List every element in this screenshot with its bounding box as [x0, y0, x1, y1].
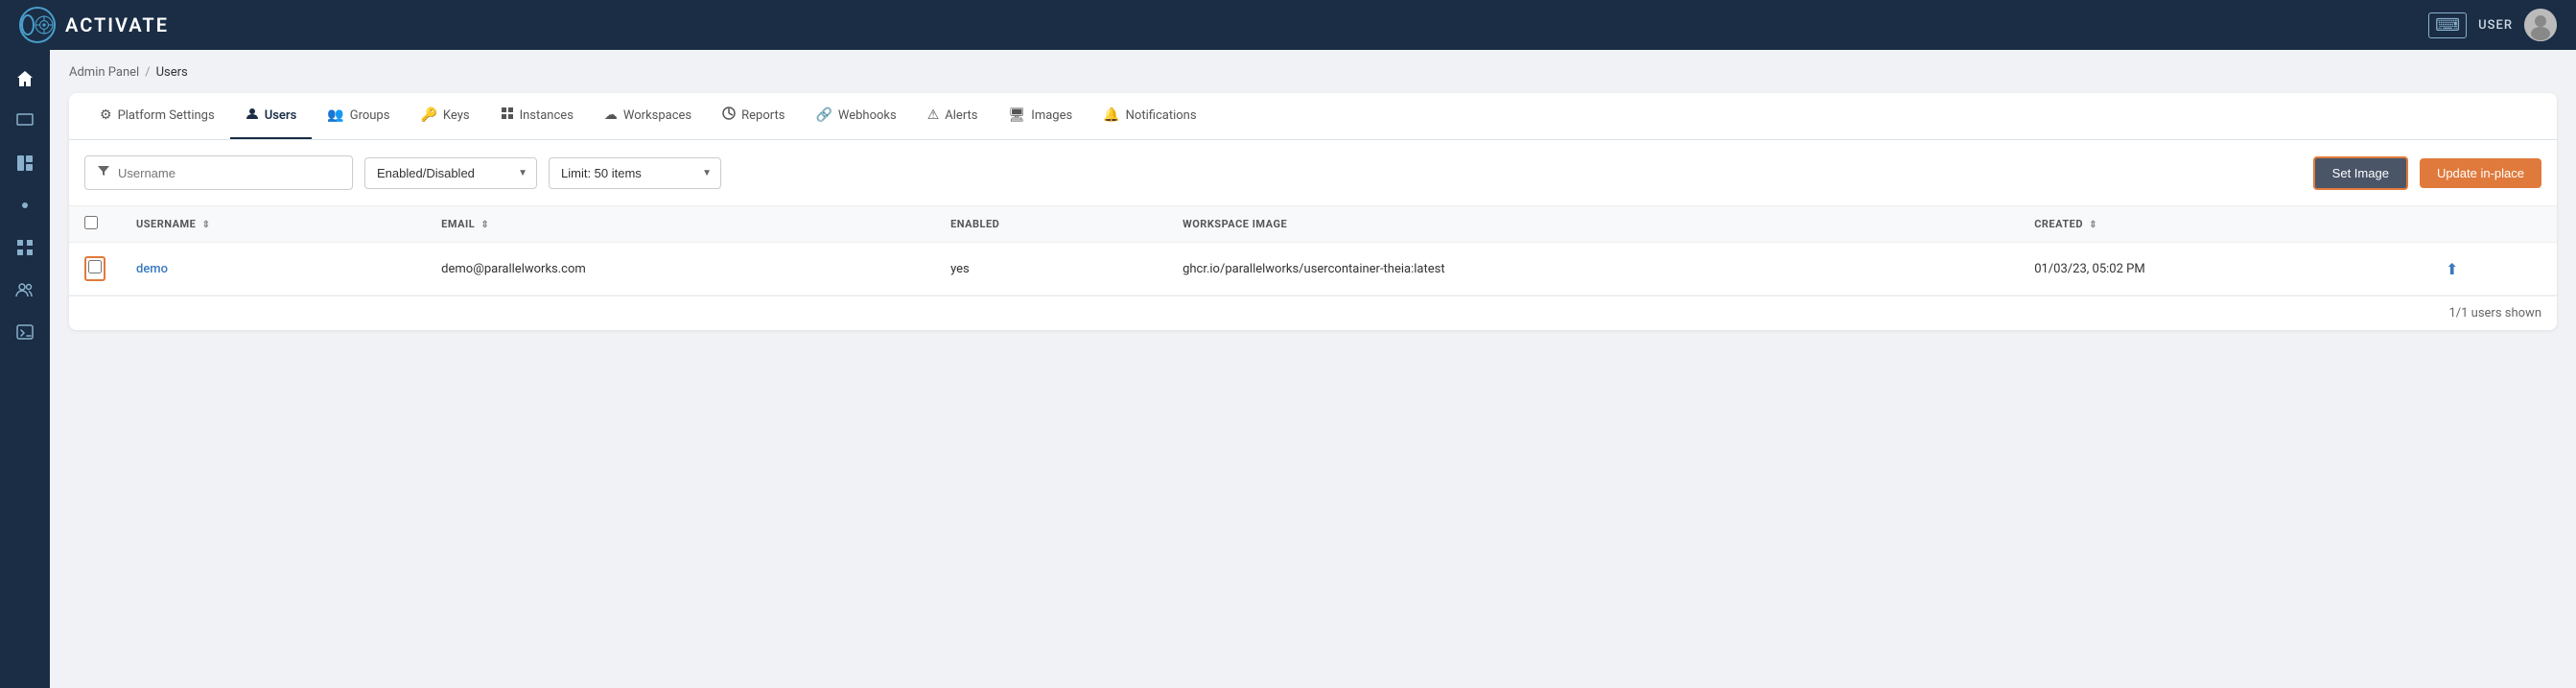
sidebar-item-layout[interactable] [8, 146, 42, 180]
user-link[interactable]: demo [136, 262, 168, 276]
limit-dropdown[interactable]: Limit: 50 items Limit: 25 items Limit: 1… [549, 157, 721, 189]
tab-alerts-label: Alerts [945, 108, 977, 123]
sidebar-item-dot[interactable] [8, 188, 42, 223]
tab-workspaces[interactable]: ☁ Workspaces [589, 93, 707, 139]
row-action-cell: ⬆ [2430, 243, 2557, 296]
workspace-image-col-header: WORKSPACE IMAGE [1167, 206, 2019, 243]
tab-notifications-label: Notifications [1126, 108, 1197, 123]
keys-tab-icon: 🔑 [420, 107, 436, 123]
tab-images[interactable]: 🖥 Images [994, 93, 1089, 139]
webhooks-tab-icon: 🔗 [815, 107, 831, 123]
users-count: 1/1 users shown [2448, 306, 2541, 320]
logo-icon [19, 7, 56, 43]
notifications-tab-icon: 🔔 [1103, 107, 1119, 123]
user-label: USER [2478, 18, 2513, 33]
sidebar-item-home[interactable] [8, 61, 42, 96]
actions-col-header [2430, 206, 2557, 243]
sidebar-item-grid[interactable] [8, 230, 42, 265]
tab-platform-settings[interactable]: ⚙ Platform Settings [84, 93, 230, 139]
enabled-disabled-select: Enabled/Disabled Enabled Disabled ▼ [364, 157, 537, 189]
tab-groups-label: Groups [350, 108, 390, 123]
sidebar-item-monitor[interactable] [8, 104, 42, 138]
tab-keys-label: Keys [443, 108, 470, 123]
row-created-cell: 01/03/23, 05:02 PM [2019, 243, 2430, 296]
terminal-nav-icon[interactable]: ⌨ [2428, 12, 2467, 38]
sidebar-item-users[interactable] [8, 273, 42, 307]
table-header: USERNAME ⇕ EMAIL ⇕ ENABLED WORKSPACE IMA… [69, 206, 2557, 243]
app-title: ACTIVATE [65, 13, 169, 36]
row-enabled-cell: yes [935, 243, 1167, 296]
row-workspace-image-cell: ghcr.io/parallelworks/usercontainer-thei… [1167, 243, 2019, 296]
users-tab-icon [246, 107, 259, 124]
groups-tab-icon: 👥 [327, 107, 343, 123]
row-checkbox-wrapper [84, 256, 105, 281]
reports-tab-icon [722, 107, 736, 124]
images-tab-icon: 🖥 [1009, 107, 1026, 123]
alerts-tab-icon: ⚠ [927, 107, 940, 123]
tab-workspaces-label: Workspaces [623, 108, 691, 123]
tab-platform-settings-label: Platform Settings [118, 108, 215, 123]
search-input[interactable] [118, 166, 340, 180]
table-body: demo demo@parallelworks.com yes ghcr.io/… [69, 243, 2557, 296]
admin-card: ⚙ Platform Settings Users 👥 Groups 🔑 Key… [69, 93, 2557, 330]
row-checkbox[interactable] [88, 260, 102, 273]
top-nav: ACTIVATE ⌨ USER [0, 0, 2576, 50]
workspaces-tab-icon: ☁ [604, 107, 618, 123]
tab-groups[interactable]: 👥 Groups [312, 93, 405, 139]
avatar-svg [2524, 9, 2557, 41]
avatar[interactable] [2524, 9, 2557, 41]
username-sort-icon[interactable]: ⇕ [202, 220, 211, 230]
enabled-disabled-dropdown[interactable]: Enabled/Disabled Enabled Disabled [364, 157, 537, 189]
tab-keys[interactable]: 🔑 Keys [405, 93, 484, 139]
select-all-checkbox[interactable] [84, 216, 98, 229]
created-sort-icon[interactable]: ⇕ [2089, 220, 2097, 230]
row-check-cell [69, 243, 121, 296]
users-table-wrapper: USERNAME ⇕ EMAIL ⇕ ENABLED WORKSPACE IMA… [69, 205, 2557, 296]
tab-notifications[interactable]: 🔔 Notifications [1088, 93, 1211, 139]
tab-webhooks-label: Webhooks [838, 108, 897, 123]
update-inplace-button[interactable]: Update in-place [2420, 158, 2541, 188]
tab-instances[interactable]: Instances [485, 93, 589, 139]
main-content: Admin Panel / Users ⚙ Platform Settings … [50, 50, 2576, 688]
breadcrumb-separator: / [145, 65, 150, 80]
tab-instances-label: Instances [520, 108, 574, 123]
enabled-col-header: ENABLED [935, 206, 1167, 243]
logo-svg [35, 8, 54, 42]
nav-right: ⌨ USER [2428, 9, 2557, 41]
row-email-cell: demo@parallelworks.com [426, 243, 935, 296]
filter-icon [97, 164, 110, 181]
toolbar: Enabled/Disabled Enabled Disabled ▼ Limi… [69, 140, 2557, 205]
row-username-cell: demo [121, 243, 426, 296]
email-sort-icon[interactable]: ⇕ [480, 220, 489, 230]
breadcrumb-admin[interactable]: Admin Panel [69, 65, 139, 80]
breadcrumb-users: Users [156, 65, 188, 80]
users-table: USERNAME ⇕ EMAIL ⇕ ENABLED WORKSPACE IMA… [69, 205, 2557, 296]
select-all-col [69, 206, 121, 243]
tab-reports-label: Reports [741, 108, 785, 123]
table-row: demo demo@parallelworks.com yes ghcr.io/… [69, 243, 2557, 296]
created-col-header: CREATED ⇕ [2019, 206, 2430, 243]
sidebar-item-terminal[interactable] [8, 315, 42, 349]
table-footer: 1/1 users shown [69, 296, 2557, 330]
instances-tab-icon [501, 107, 514, 124]
left-sidebar [0, 50, 50, 688]
tabs-bar: ⚙ Platform Settings Users 👥 Groups 🔑 Key… [69, 93, 2557, 140]
tab-images-label: Images [1031, 108, 1072, 123]
set-image-button[interactable]: Set Image [2313, 156, 2408, 190]
tab-users[interactable]: Users [230, 93, 313, 139]
username-col-header: USERNAME ⇕ [121, 206, 426, 243]
limit-select: Limit: 50 items Limit: 25 items Limit: 1… [549, 157, 721, 189]
tab-reports[interactable]: Reports [707, 93, 800, 139]
breadcrumb: Admin Panel / Users [69, 65, 2557, 80]
search-box [84, 155, 353, 190]
tab-alerts[interactable]: ⚠ Alerts [912, 93, 994, 139]
tab-webhooks[interactable]: 🔗 Webhooks [800, 93, 911, 139]
platform-settings-icon: ⚙ [100, 107, 112, 123]
email-col-header: EMAIL ⇕ [426, 206, 935, 243]
row-action-icon[interactable]: ⬆ [2446, 260, 2458, 278]
logo-area: ACTIVATE [19, 7, 169, 43]
tab-users-label: Users [265, 108, 297, 123]
